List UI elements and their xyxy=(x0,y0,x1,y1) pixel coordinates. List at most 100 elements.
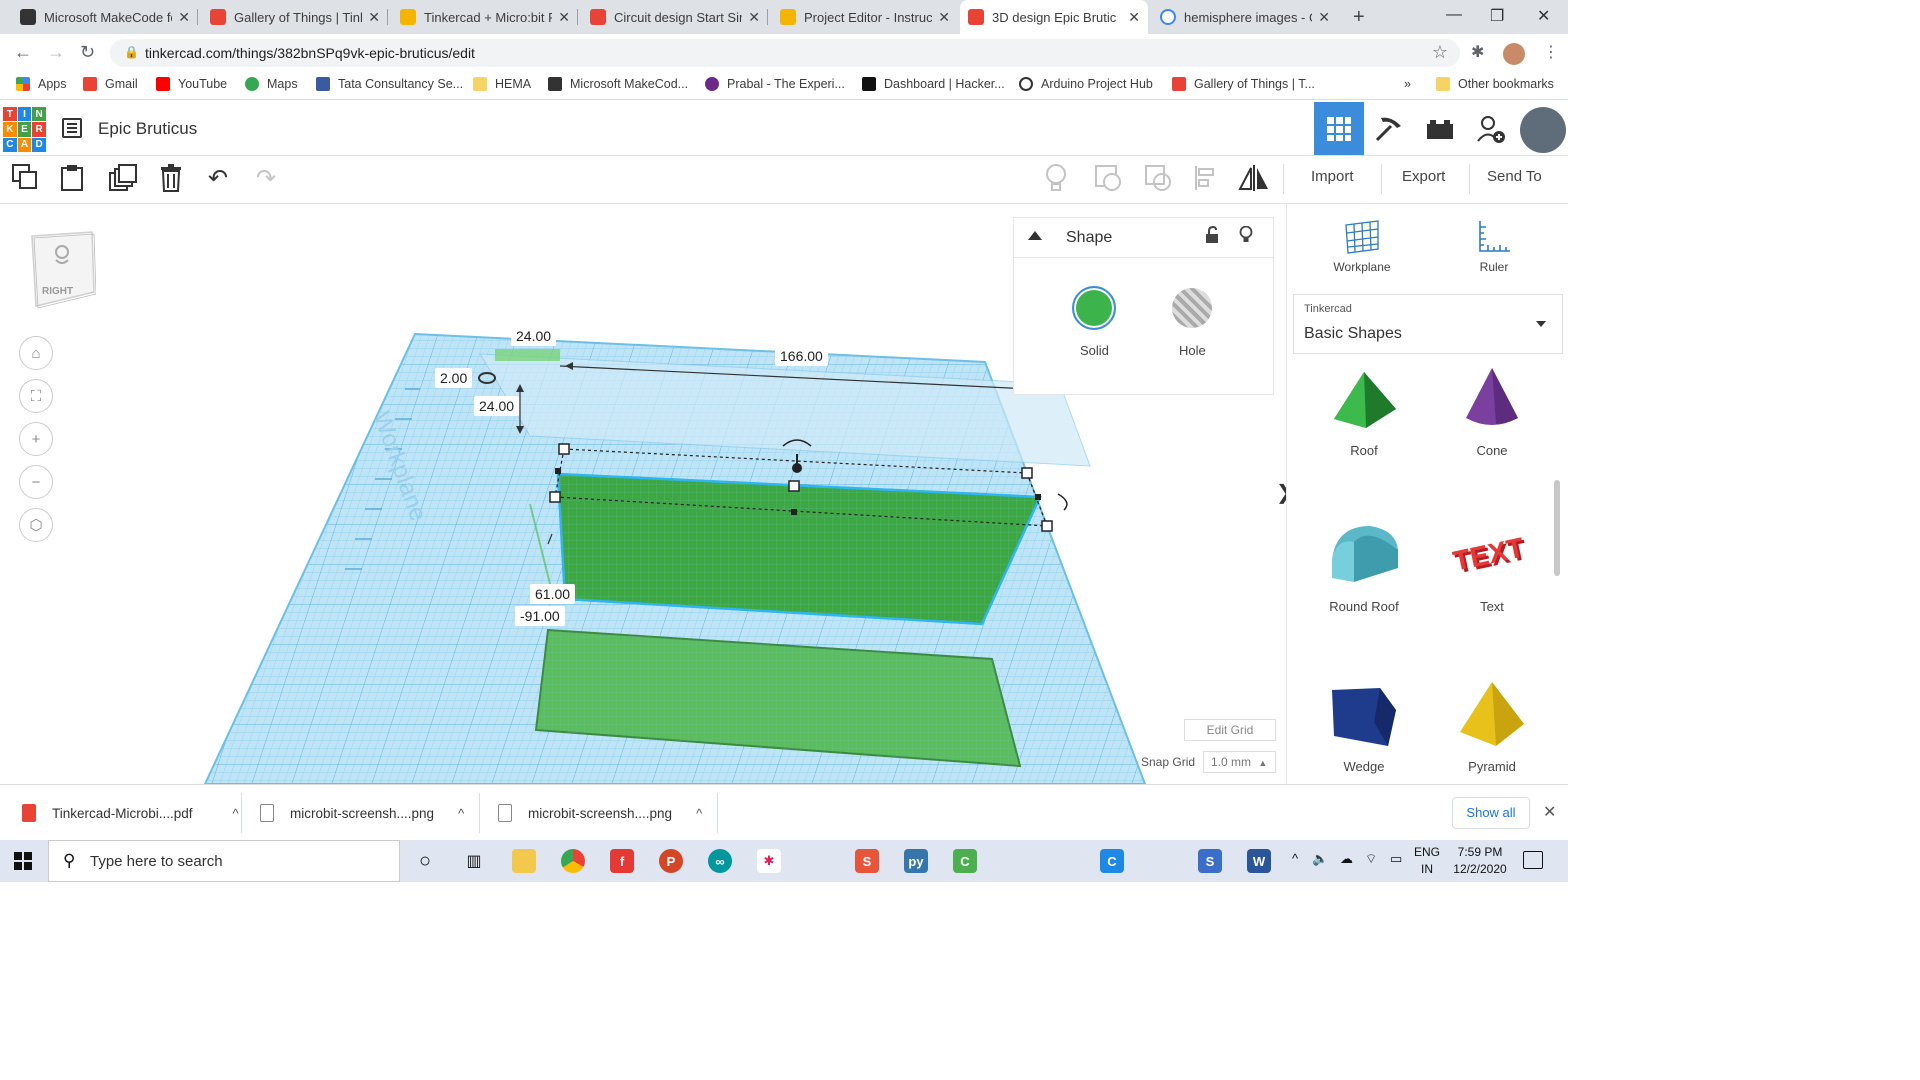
shape-wedge[interactable]: Wedge xyxy=(1299,680,1429,774)
cloud-icon[interactable]: ☁ xyxy=(1340,851,1353,867)
slack-icon[interactable]: ✱ xyxy=(757,849,781,873)
dim-height-label[interactable]: 61.00 xyxy=(530,584,576,604)
app-c-icon[interactable]: C xyxy=(1100,849,1124,873)
view-3d-button[interactable] xyxy=(1314,102,1364,155)
dim-length-label[interactable]: 166.00 xyxy=(775,346,828,366)
powerpoint-icon[interactable]: P xyxy=(659,849,683,873)
browser-tab[interactable]: Microsoft MakeCode fo ✕ xyxy=(12,0,198,34)
task-view-icon[interactable]: ▥ xyxy=(462,849,486,873)
skype-icon[interactable]: S xyxy=(1198,849,1222,873)
zoom-in-icon[interactable]: + xyxy=(19,422,53,456)
invite-user-button[interactable] xyxy=(1466,102,1516,155)
bricks-button[interactable] xyxy=(1415,102,1465,155)
notifications-icon[interactable] xyxy=(1523,851,1543,869)
chrome-icon[interactable] xyxy=(561,849,585,873)
collapse-inspector-icon[interactable] xyxy=(1028,231,1042,240)
lock-icon[interactable] xyxy=(1204,225,1220,249)
camtasia-icon[interactable]: C xyxy=(953,849,977,873)
arduino-ide-icon[interactable]: ∞ xyxy=(708,849,732,873)
word-icon[interactable]: W xyxy=(1247,849,1271,873)
profile-avatar[interactable] xyxy=(1503,43,1525,65)
design-title[interactable]: Epic Bruticus xyxy=(98,119,197,139)
windows-start-icon[interactable] xyxy=(14,852,32,870)
chevron-up-icon[interactable]: ^ xyxy=(696,806,702,821)
language-indicator[interactable]: ENG IN xyxy=(1413,844,1441,878)
forward-icon[interactable]: → xyxy=(47,42,65,63)
edit-grid-button[interactable]: Edit Grid xyxy=(1184,719,1276,741)
new-tab-button[interactable]: + xyxy=(1353,6,1365,29)
ungroup-icon[interactable] xyxy=(1144,164,1172,199)
close-tab-icon[interactable]: ✕ xyxy=(1128,9,1140,26)
bookmark-gallery[interactable]: Gallery of Things | T... xyxy=(1172,77,1315,91)
download-item[interactable]: microbit-screensh....png ^ xyxy=(498,785,702,841)
chevron-up-icon[interactable]: ^ xyxy=(233,806,239,821)
copy-icon[interactable] xyxy=(12,164,38,197)
browser-tab[interactable]: Project Editor - Instruct ✕ xyxy=(772,0,958,34)
export-button[interactable]: Export xyxy=(1402,168,1445,185)
send-to-button[interactable]: Send To xyxy=(1487,168,1542,185)
maximize-window-icon[interactable]: ❐ xyxy=(1490,6,1504,26)
close-tab-icon[interactable]: ✕ xyxy=(748,9,760,26)
foxit-icon[interactable]: f xyxy=(610,849,634,873)
home-view-icon[interactable]: ⌂ xyxy=(19,336,53,370)
snap-grid-select[interactable]: 1.0 mm ▲ xyxy=(1203,751,1276,773)
bookmark-apps[interactable]: Apps xyxy=(16,77,67,91)
shape-roof[interactable]: Roof xyxy=(1299,364,1429,458)
show-all-button[interactable]: Show all xyxy=(1452,797,1530,829)
dim-depth-label[interactable]: 24.00 xyxy=(474,396,520,416)
undo-icon[interactable]: ↶ xyxy=(208,164,228,193)
close-tab-icon[interactable]: ✕ xyxy=(1318,9,1330,26)
bookmark-hackerrank[interactable]: Dashboard | Hacker... xyxy=(862,77,1005,91)
back-icon[interactable]: ← xyxy=(14,42,32,63)
shape-round-roof[interactable]: Round Roof xyxy=(1299,520,1429,614)
close-tab-icon[interactable]: ✕ xyxy=(938,9,950,26)
browser-tab[interactable]: Tinkercad + Micro:bit P ✕ xyxy=(392,0,578,34)
dim-elevation-label[interactable]: 2.00 xyxy=(435,368,473,388)
bookmark-maps[interactable]: Maps xyxy=(245,77,298,91)
view-cube[interactable]: RIGHT xyxy=(28,228,96,310)
solid-button[interactable] xyxy=(1072,286,1116,330)
align-icon[interactable] xyxy=(1194,164,1218,199)
perspective-icon[interactable]: ⬡ xyxy=(19,508,53,542)
close-downloads-icon[interactable]: ✕ xyxy=(1543,802,1556,822)
python-icon[interactable]: py xyxy=(904,849,928,873)
user-avatar[interactable] xyxy=(1520,107,1566,153)
browser-tab[interactable]: Circuit design Start Sim ✕ xyxy=(582,0,768,34)
lightbulb-icon[interactable] xyxy=(1239,225,1253,249)
bookmark-gmail[interactable]: Gmail xyxy=(83,77,138,91)
tinkercad-logo[interactable]: T I N K E R C A D xyxy=(3,107,46,152)
bookmark-star-icon[interactable]: ☆ xyxy=(1432,42,1448,63)
url-field[interactable]: 🔒 tinkercad.com/things/382bnSPq9vk-epic-… xyxy=(110,39,1460,67)
redo-icon[interactable]: ↷ xyxy=(256,164,276,193)
bookmark-hema[interactable]: HEMA xyxy=(473,77,531,91)
bookmarks-overflow-button[interactable]: » xyxy=(1404,77,1411,91)
panel-scrollbar[interactable] xyxy=(1554,480,1560,576)
paste-icon[interactable] xyxy=(60,164,84,199)
duplicate-icon[interactable] xyxy=(109,164,137,199)
browser-tab[interactable]: Gallery of Things | Tink ✕ xyxy=(202,0,388,34)
shape-cone[interactable]: Cone xyxy=(1427,364,1557,458)
bookmark-tcs[interactable]: Tata Consultancy Se... xyxy=(316,77,463,91)
close-tab-icon[interactable]: ✕ xyxy=(558,9,570,26)
library-select[interactable]: Tinkercad Basic Shapes xyxy=(1293,294,1563,354)
bookmark-arduino[interactable]: Arduino Project Hub xyxy=(1019,77,1153,91)
delete-icon[interactable] xyxy=(160,164,182,199)
lightbulb-icon[interactable] xyxy=(1044,164,1068,199)
fit-view-icon[interactable]: ⛶ xyxy=(19,379,53,413)
volume-icon[interactable]: 🔈 xyxy=(1312,851,1328,867)
dim-position-label[interactable]: -91.00 xyxy=(515,606,565,626)
shape-pyramid[interactable]: Pyramid xyxy=(1427,680,1557,774)
hole-button[interactable] xyxy=(1172,288,1212,328)
reload-icon[interactable]: ↻ xyxy=(80,42,95,63)
taskbar-clock[interactable]: 7:59 PM 12/2/2020 xyxy=(1452,844,1508,878)
browser-tab[interactable]: hemisphere images - G ✕ xyxy=(1152,0,1338,34)
tray-chevron-icon[interactable]: ^ xyxy=(1292,851,1298,866)
taskbar-search-input[interactable]: ⚲ Type here to search xyxy=(48,840,400,882)
chevron-up-icon[interactable]: ^ xyxy=(458,806,464,821)
bookmark-prabal[interactable]: Prabal - The Experi... xyxy=(705,77,845,91)
browser-tab-active[interactable]: 3D design Epic Brutic ✕ xyxy=(960,0,1148,34)
workplane-tool[interactable]: Workplane xyxy=(1317,214,1407,274)
bookmark-makecode[interactable]: Microsoft MakeCod... xyxy=(548,77,688,91)
zoom-out-icon[interactable]: − xyxy=(19,465,53,499)
close-tab-icon[interactable]: ✕ xyxy=(368,9,380,26)
